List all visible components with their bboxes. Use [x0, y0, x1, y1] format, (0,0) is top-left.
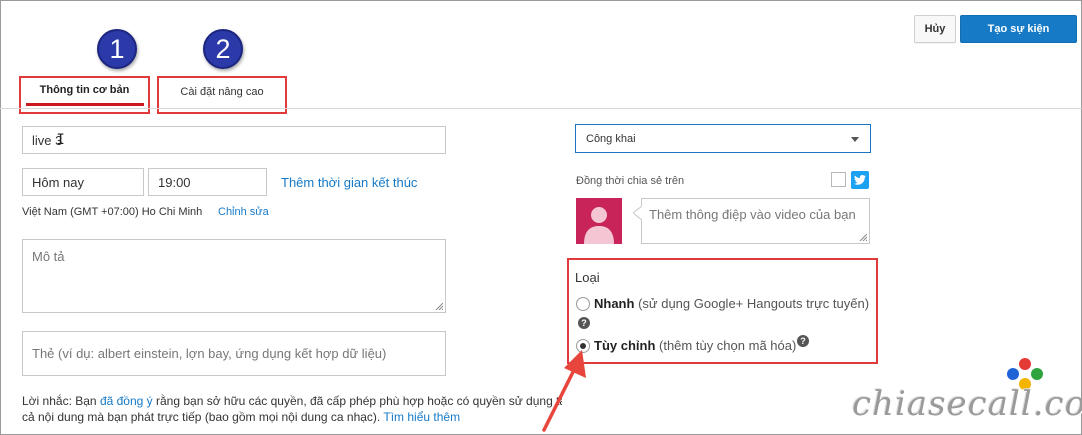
rights-notice: Lời nhắc: Bạn đã đồng ý rằng bạn sở hữu …	[22, 393, 562, 425]
cancel-button[interactable]: Hủy	[914, 15, 956, 43]
start-date-value: Hôm nay	[32, 174, 85, 190]
description-textarea[interactable]: Mô tả	[22, 239, 446, 313]
description-placeholder: Mô tả	[32, 249, 65, 264]
avatar	[576, 198, 622, 244]
option-custom[interactable]: Tùy chỉnh (thêm tùy chọn mã hóa)	[594, 338, 796, 353]
share-label: Đồng thời chia sẻ trên	[576, 175, 685, 187]
chevron-down-icon	[851, 137, 859, 142]
agreed-link[interactable]: đã đồng ý	[100, 394, 153, 408]
create-event-button[interactable]: Tạo sự kiện	[960, 15, 1077, 43]
tab-advanced-settings-label: Cài đặt nâng cao	[180, 86, 264, 98]
privacy-select-value: Công khai	[586, 132, 636, 145]
step-1-marker: 1	[97, 29, 137, 69]
logo-dot-blue	[1007, 368, 1019, 380]
option-quick-name: Nhanh	[594, 296, 635, 311]
learn-more-link[interactable]: Tìm hiểu thêm	[383, 410, 460, 424]
help-icon[interactable]: ?	[797, 335, 809, 347]
edit-timezone-link[interactable]: Chỉnh sửa	[218, 206, 269, 218]
twitter-icon	[851, 171, 869, 189]
start-time-value: 19:00	[158, 174, 191, 190]
twitter-share-checkbox[interactable]	[831, 172, 846, 187]
text-cursor-icon: I	[56, 132, 65, 148]
radio-quick[interactable]	[576, 297, 590, 311]
option-quick-desc: (sử dụng Google+ Hangouts trực tuyến)	[638, 296, 870, 311]
bubble-pointer	[633, 206, 642, 220]
share-message-textarea[interactable]: Thêm thông điệp vào video của bạn	[641, 198, 870, 244]
help-icon[interactable]: ?	[578, 317, 590, 329]
timezone-label: Việt Nam (GMT +07:00) Ho Chi Minh	[22, 206, 203, 218]
tab-advanced-settings[interactable]: Cài đặt nâng cao	[159, 78, 285, 106]
step-2-marker: 2	[203, 29, 243, 69]
notice-middle: rằng bạn sở hữu các quyền, đã cấp phép p…	[156, 394, 562, 408]
share-message-placeholder: Thêm thông điệp vào video của bạn	[649, 207, 856, 222]
red-arrow-icon	[542, 350, 586, 432]
notice-line2: cả nội dung mà bạn phát trực tiếp (bao g…	[22, 410, 381, 424]
title-input[interactable]: live 3 I	[22, 126, 446, 154]
option-custom-desc: (thêm tùy chọn mã hóa)	[659, 338, 797, 353]
tab-basic-info[interactable]: Thông tin cơ bản	[21, 78, 148, 112]
tags-placeholder: Thẻ (ví dụ: albert einstein, lợn bay, ứn…	[32, 346, 387, 361]
tab-active-underline	[25, 103, 144, 106]
logo-dot-green	[1031, 368, 1043, 380]
start-time-input[interactable]: 19:00	[148, 168, 267, 196]
tab-basic-info-label: Thông tin cơ bản	[39, 84, 130, 96]
option-quick[interactable]: Nhanh (sử dụng Google+ Hangouts trực tuy…	[594, 296, 869, 311]
notice-prefix: Lời nhắc: Bạn	[22, 394, 97, 408]
user-silhouette-icon	[584, 207, 614, 244]
start-date-input[interactable]: Hôm nay	[22, 168, 144, 196]
watermark-text: chiasecall.com	[852, 384, 1082, 424]
privacy-select[interactable]: Công khai	[575, 124, 871, 153]
tags-input[interactable]: Thẻ (ví dụ: albert einstein, lợn bay, ứn…	[22, 331, 446, 376]
type-heading: Loại	[575, 270, 600, 285]
tabs-divider	[0, 108, 1082, 109]
option-custom-name: Tùy chỉnh	[594, 338, 656, 353]
resize-grip-icon[interactable]	[435, 302, 443, 310]
add-end-time-link[interactable]: Thêm thời gian kết thúc	[281, 175, 417, 190]
logo-dot-red	[1019, 358, 1031, 370]
resize-grip-icon[interactable]	[859, 233, 867, 241]
